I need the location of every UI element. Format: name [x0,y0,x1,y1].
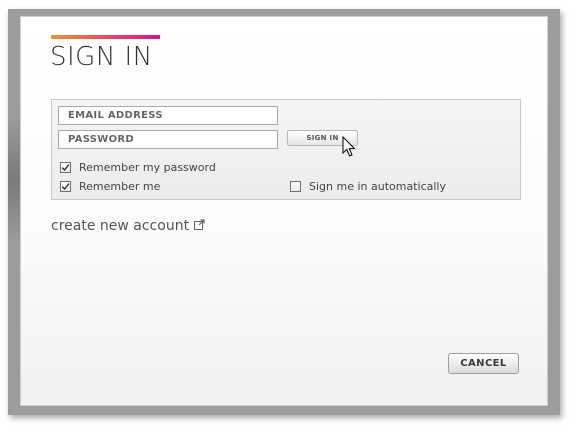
sign-in-form-panel: SIGN IN Remember my password Remember me… [51,99,521,200]
dialog-title: SIGN IN [50,42,153,72]
remember-me-option[interactable]: Remember me [60,180,160,193]
cancel-button[interactable]: CANCEL [448,353,519,374]
auto-sign-in-label: Sign me in automatically [309,180,446,193]
auto-sign-in-option[interactable]: Sign me in automatically [290,180,446,193]
checkmark-icon [61,164,70,172]
remember-password-checkbox[interactable] [60,162,71,173]
remember-me-checkbox[interactable] [60,181,71,192]
auto-sign-in-checkbox[interactable] [290,181,301,192]
remember-password-option[interactable]: Remember my password [60,161,216,174]
title-accent-bar [51,35,160,39]
sign-in-dialog: SIGN IN SIGN IN Remember my password Rem… [20,16,548,406]
checkmark-icon [61,183,70,191]
create-new-account-link[interactable]: create new account [51,218,205,234]
external-link-icon [194,218,205,234]
email-input[interactable] [58,106,278,125]
password-input[interactable] [58,130,278,149]
sign-in-button[interactable]: SIGN IN [287,130,358,146]
remember-password-label: Remember my password [79,161,216,174]
remember-me-label: Remember me [79,180,161,193]
create-new-account-label: create new account [51,218,190,234]
